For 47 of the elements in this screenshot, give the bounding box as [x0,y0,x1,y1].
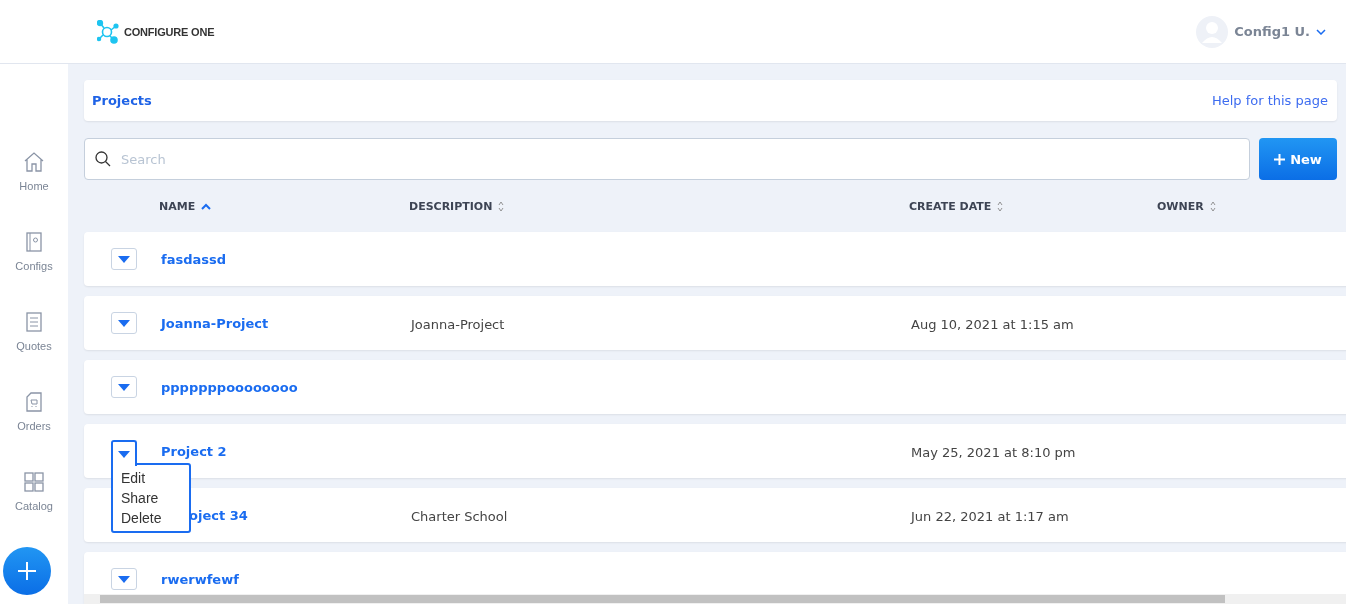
user-name[interactable]: Config1 U. [1234,24,1310,39]
date-cell: Jun 22, 2021 at 1:17 am [911,508,1069,524]
sort-icon[interactable] [498,199,505,213]
sidebar-item[interactable]: Home [19,150,49,230]
logo-icon [97,19,121,44]
caret-down-icon [118,319,130,327]
date-cell: May 25, 2021 at 8:10 pm [911,444,1076,460]
plus-icon [17,561,37,581]
project-name[interactable]: fasdassd [161,251,411,267]
menu-item[interactable]: Edit [121,470,189,486]
column-header[interactable]: DESCRIPTION [409,199,493,213]
plus-icon [1274,153,1286,165]
sidebar-item[interactable]: Configs [15,230,53,310]
sidebar-item[interactable]: Orders [17,390,51,470]
description-cell: Charter School [411,508,508,524]
column-header[interactable]: NAME [159,199,196,213]
sidebar-item[interactable]: Catalog [15,470,53,550]
project-name[interactable]: pppppppoooooooo [161,379,411,395]
catalog-icon [22,470,46,494]
add-button[interactable] [3,547,51,595]
project-name[interactable]: Joanna-Project [161,315,411,331]
logo-text: CONFIGURE ONE [124,25,215,38]
menu-item[interactable]: Delete [121,510,189,526]
dropdown-button[interactable] [111,440,137,466]
search-icon [95,151,111,167]
date-cell: Aug 10, 2021 at 1:15 am [911,316,1074,332]
caret-up-icon[interactable] [201,202,212,210]
new-button[interactable]: New [1259,138,1337,180]
sort-icon[interactable] [997,199,1004,213]
home-icon [22,150,46,174]
caret-down-icon [118,383,130,391]
menu-item[interactable]: Share [121,490,189,506]
description-cell: Joanna-Project [411,316,505,332]
horizontal-scrollbar[interactable] [84,594,1346,604]
caret-down-icon [118,255,130,263]
column-header[interactable]: OWNER [1157,199,1204,213]
column-header[interactable]: CREATE DATE [909,199,992,213]
caret-down-icon [118,450,130,458]
page-title: Projects [92,93,152,108]
help-link[interactable]: Help for this page [1211,93,1328,108]
project-name[interactable]: rwerwfewf [161,571,411,587]
caret-down-icon [118,575,130,583]
chevron-down-icon[interactable] [1316,28,1326,35]
sidebar-item[interactable]: Quotes [16,310,52,390]
sort-icon[interactable] [1209,199,1216,213]
project-name[interactable]: Project 2 [161,443,411,459]
search-field[interactable]: Search [84,138,1250,180]
